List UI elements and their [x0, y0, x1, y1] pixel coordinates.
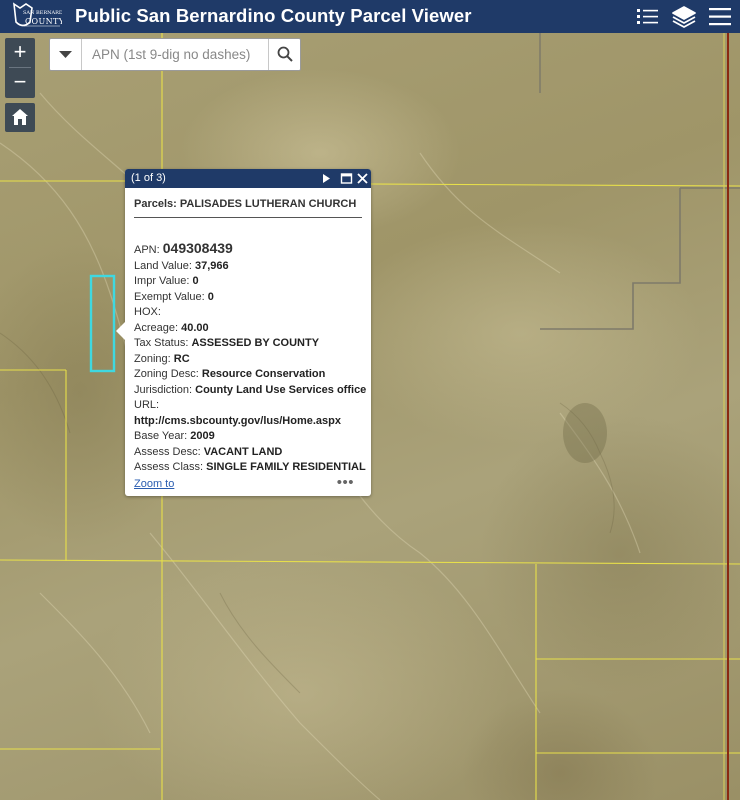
parcel-popup: (1 of 3) Parcels: PALISADES LUTHERAN CHU… — [116, 169, 371, 496]
attr-assess-desc: Assess Desc: VACANT LAND — [134, 445, 283, 458]
zoom-out-button[interactable]: − — [5, 68, 35, 97]
legend-list-icon[interactable] — [634, 3, 662, 31]
layers-icon[interactable] — [670, 3, 698, 31]
selected-parcel-outline — [89, 274, 116, 373]
search-icon — [277, 46, 293, 62]
attr-tax-status: Tax Status: ASSESSED BY COUNTY — [134, 337, 320, 349]
zoom-controls: + − — [5, 38, 35, 98]
popup-footer: Zoom to ••• — [134, 474, 362, 492]
search-button[interactable] — [268, 39, 300, 70]
attr-base-year: Base Year: 2009 — [134, 430, 215, 442]
maximize-icon[interactable] — [340, 172, 353, 185]
caret-down-icon — [59, 51, 72, 58]
home-icon — [12, 109, 28, 125]
more-actions-icon[interactable]: ••• — [337, 474, 354, 491]
attr-zoning-desc: Zoning Desc: Resource Conservation — [134, 368, 326, 380]
county-logo: SAN BERNARDINO COUNTY — [8, 2, 73, 31]
popup-body: Parcels: PALISADES LUTHERAN CHURCH APN: … — [125, 188, 371, 476]
app-title: Public San Bernardino County Parcel View… — [75, 5, 472, 26]
attr-exempt-value: Exempt Value: 0 — [134, 290, 214, 303]
attr-assess-class: Assess Class: SINGLE FAMILY RESIDENTIAL — [134, 461, 366, 473]
attr-hox: HOX: — [134, 306, 161, 318]
popup-feature-count: (1 of 3) — [131, 172, 166, 184]
popup-title: Parcels: PALISADES LUTHERAN CHURCH — [134, 198, 362, 218]
svg-text:SAN BERNARDINO: SAN BERNARDINO — [23, 10, 62, 16]
apn-search-input[interactable] — [82, 39, 268, 70]
zoom-in-button[interactable]: + — [5, 38, 35, 67]
attribute-list: APN: 049308439 Land Value: 37,966 Impr V… — [134, 240, 367, 476]
home-button[interactable] — [5, 103, 35, 132]
attr-url[interactable]: http://cms.sbcounty.gov/lus/Home.aspx — [134, 414, 362, 430]
svg-text:COUNTY: COUNTY — [25, 17, 62, 26]
next-feature-icon[interactable] — [320, 172, 333, 185]
attr-url-label: URL: — [134, 399, 160, 411]
close-icon[interactable] — [356, 172, 369, 185]
attr-apn: APN: 049308439 — [134, 240, 233, 256]
zoom-to-link[interactable]: Zoom to — [134, 478, 174, 490]
attr-zoning: Zoning: RC — [134, 352, 190, 365]
attr-land-value: Land Value: 37,966 — [134, 259, 229, 272]
popup-header: (1 of 3) — [125, 169, 371, 188]
app-header: SAN BERNARDINO COUNTY Public San Bernard… — [0, 0, 740, 33]
search-source-dropdown[interactable] — [50, 39, 82, 70]
menu-icon[interactable] — [706, 3, 734, 31]
attr-jurisdiction: Jurisdiction: County Land Use Services o… — [134, 383, 367, 396]
popup-pointer — [116, 321, 126, 341]
attr-impr-value: Impr Value: 0 — [134, 275, 199, 287]
attr-acreage: Acreage: 40.00 — [134, 321, 209, 334]
search-box — [49, 38, 301, 71]
